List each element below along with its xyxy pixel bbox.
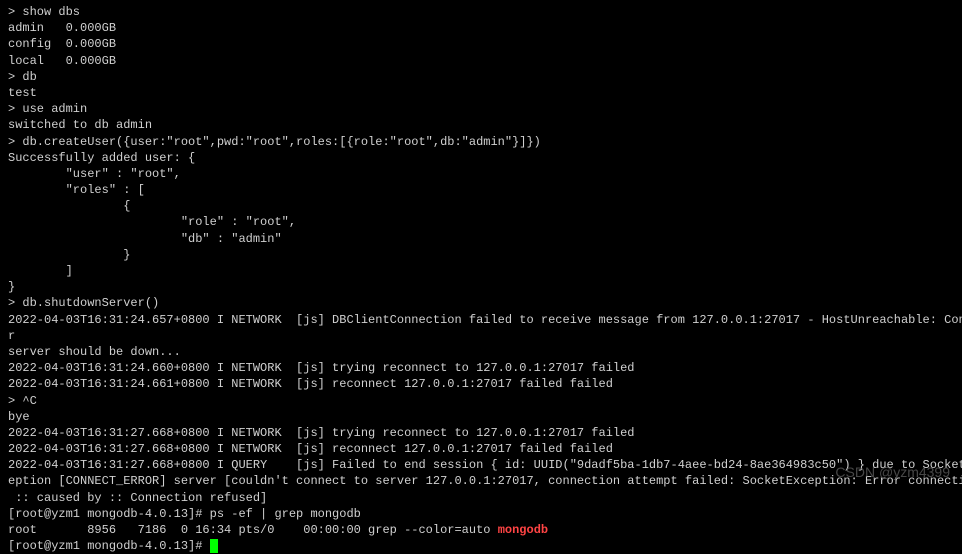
- log-reconnect-2: 2022-04-03T16:31:24.661+0800 I NETWORK […: [8, 376, 954, 392]
- user-close: }: [8, 279, 954, 295]
- cmd-create-user: > db.createUser({user:"root",pwd:"root",…: [8, 134, 954, 150]
- ps-output: root 8956 7186 0 16:34 pts/0 00:00:00 gr…: [8, 522, 954, 538]
- shell-prompt-ps: [root@yzm1 mongodb-4.0.13]# ps -ef | gre…: [8, 506, 954, 522]
- log-network-fail: 2022-04-03T16:31:24.657+0800 I NETWORK […: [8, 312, 954, 328]
- shell-prompt-active[interactable]: [root@yzm1 mongodb-4.0.13]#: [8, 538, 954, 554]
- cmd-use-admin: > use admin: [8, 101, 954, 117]
- server-down-msg: server should be down...: [8, 344, 954, 360]
- log-network-fail-cont: r: [8, 328, 954, 344]
- prompt-prefix-2: [root@yzm1 mongodb-4.0.13]#: [8, 539, 210, 553]
- ps-row: root 8956 7186 0 16:34 pts/0 00:00:00 gr…: [8, 523, 498, 537]
- user-field: "user" : "root",: [8, 166, 954, 182]
- log-reconnect-1: 2022-04-03T16:31:24.660+0800 I NETWORK […: [8, 360, 954, 376]
- log-reconnect-4: 2022-04-03T16:31:27.668+0800 I NETWORK […: [8, 441, 954, 457]
- log-reconnect-3: 2022-04-03T16:31:27.668+0800 I NETWORK […: [8, 425, 954, 441]
- bye-msg: bye: [8, 409, 954, 425]
- db-admin: admin 0.000GB: [8, 20, 954, 36]
- role-obj-open: {: [8, 198, 954, 214]
- cmd-shutdown: > db.shutdownServer(): [8, 295, 954, 311]
- watermark: CSDN @yzm4399: [835, 463, 950, 482]
- db-current: test: [8, 85, 954, 101]
- roles-open: "roles" : [: [8, 182, 954, 198]
- cmd-db: > db: [8, 69, 954, 85]
- success-msg: Successfully added user: {: [8, 150, 954, 166]
- cmd-show-dbs: > show dbs: [8, 4, 954, 20]
- db-local: local 0.000GB: [8, 53, 954, 69]
- db-field: "db" : "admin": [8, 231, 954, 247]
- log-query-fail-cont1: eption [CONNECT_ERROR] server [couldn't …: [8, 473, 954, 489]
- log-query-fail: 2022-04-03T16:31:27.668+0800 I QUERY [js…: [8, 457, 954, 473]
- cmd-ps-grep: ps -ef | grep mongodb: [210, 507, 361, 521]
- db-config: config 0.000GB: [8, 36, 954, 52]
- terminal-output[interactable]: > show dbs admin 0.000GB config 0.000GB …: [8, 4, 954, 554]
- roles-close: ]: [8, 263, 954, 279]
- switched-msg: switched to db admin: [8, 117, 954, 133]
- cmd-interrupt: > ^C: [8, 393, 954, 409]
- cursor: [210, 539, 218, 553]
- role-field: "role" : "root",: [8, 214, 954, 230]
- role-obj-close: }: [8, 247, 954, 263]
- prompt-prefix: [root@yzm1 mongodb-4.0.13]#: [8, 507, 210, 521]
- grep-match: mongodb: [498, 523, 548, 537]
- log-query-fail-cont2: :: caused by :: Connection refused]: [8, 490, 954, 506]
